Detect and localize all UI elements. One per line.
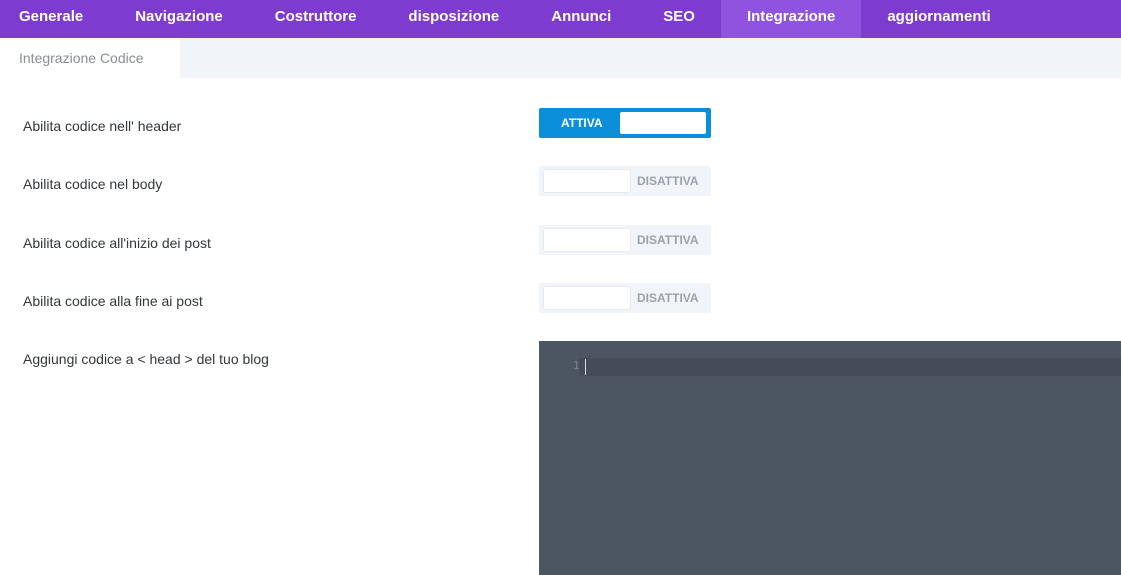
toggle-header-code[interactable]: ATTIVA [539,108,711,138]
tab-annunci[interactable]: Annunci [525,0,637,38]
setting-label-body: Abilita codice nel body [23,176,163,192]
toggle-body-code[interactable]: DISATTIVA [539,166,711,196]
editor-cursor [585,359,586,375]
editor-active-line [579,358,1121,376]
toggle-knob [544,229,630,251]
subtab-integrazione-codice[interactable]: Integrazione Codice [0,38,180,78]
head-code-editor[interactable]: 1 [539,341,1121,575]
editor-line-number: 1 [573,359,580,372]
main-tab-bar: Generale Navigazione Costruttore disposi… [0,0,1121,38]
setting-label-header: Abilita codice nell' header [23,118,182,134]
tab-seo[interactable]: SEO [637,0,721,38]
setting-label-post-start: Abilita codice all'inizio dei post [23,235,211,251]
tab-integrazione[interactable]: Integrazione [720,0,862,38]
tab-costruttore[interactable]: Costruttore [249,0,383,38]
toggle-state-text: ATTIVA [561,116,603,130]
tab-navigazione[interactable]: Navigazione [109,0,249,38]
toggle-knob [620,112,706,134]
toggle-state-text: DISATTIVA [637,233,699,247]
toggle-post-end-code[interactable]: DISATTIVA [539,283,711,313]
toggle-knob [544,170,630,192]
sub-tab-bar: Integrazione Codice [0,38,1121,78]
tab-disposizione[interactable]: disposizione [382,0,525,38]
tab-aggiornamenti[interactable]: aggiornamenti [861,0,1016,38]
setting-label-head-code: Aggiungi codice a < head > del tuo blog [23,351,269,367]
setting-label-post-end: Abilita codice alla fine ai post [23,293,203,309]
tab-generale[interactable]: Generale [0,0,109,38]
toggle-post-start-code[interactable]: DISATTIVA [539,225,711,255]
toggle-state-text: DISATTIVA [637,291,699,305]
toggle-knob [544,287,630,309]
toggle-state-text: DISATTIVA [637,174,699,188]
